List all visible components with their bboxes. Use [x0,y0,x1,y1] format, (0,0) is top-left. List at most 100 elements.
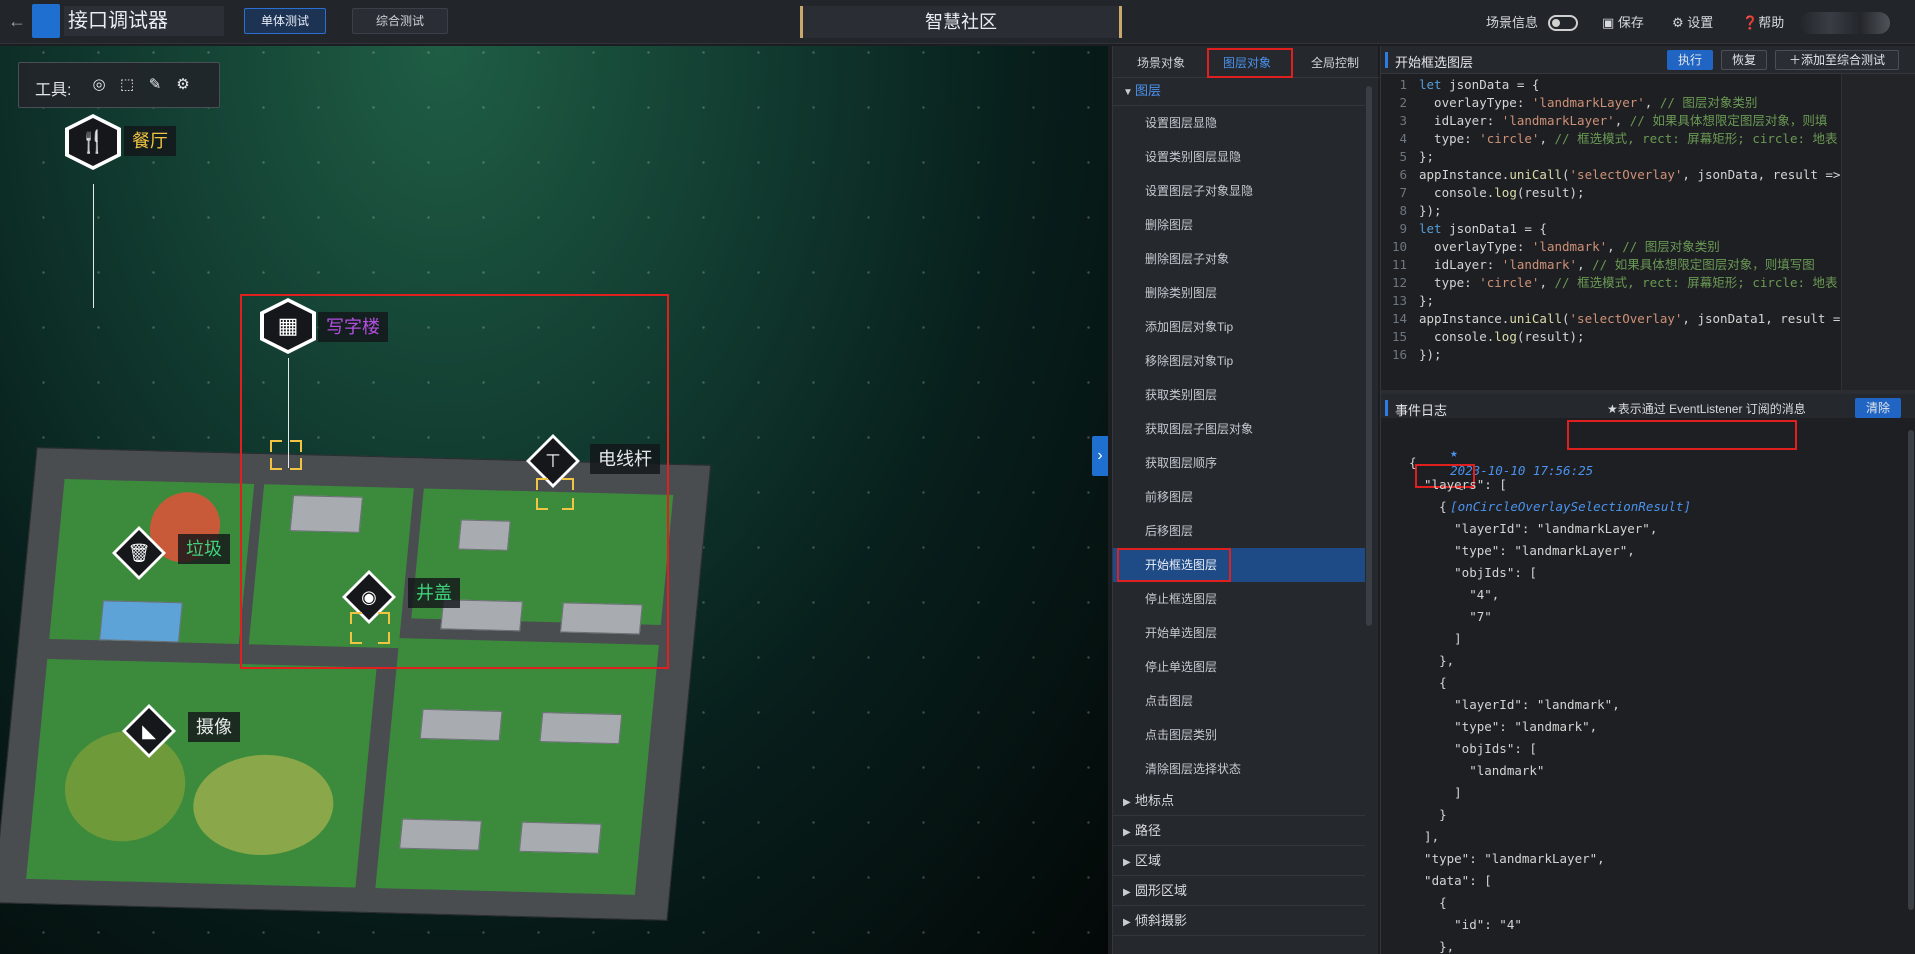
caret-right-icon: ▶ [1123,917,1131,928]
restore-button[interactable]: 恢复 [1721,50,1767,70]
tab-scene-objects[interactable]: 场景对象 [1137,54,1185,71]
menu-item[interactable]: 设置类别图层显隐 [1113,140,1365,174]
menu-item[interactable]: 删除类别图层 [1113,276,1365,310]
log-json-line: ], [1409,829,1440,844]
code-text: type: 'circle', // 框选模式, rect: 屏幕矩形; cir… [1419,131,1838,146]
code-minimap[interactable] [1841,74,1915,390]
residential-building [518,821,602,854]
group-landmark[interactable]: ▶ 地标点 [1113,786,1365,816]
log-json-line: "layers": [ [1409,477,1507,492]
run-button[interactable]: 执行 [1667,50,1713,70]
menu-item[interactable]: 前移图层 [1113,480,1365,514]
menu-item[interactable]: 后移图层 [1113,514,1365,548]
line-number: 16 [1391,347,1407,362]
collapse-panel-button[interactable]: › [1092,436,1108,476]
office-label: 写字楼 [318,312,388,342]
add-to-combined-button[interactable]: ＋添加至综合测试 [1775,50,1899,70]
menu-item[interactable]: 设置图层显隐 [1113,106,1365,140]
trash-label: 垃圾 [178,534,230,564]
group-area[interactable]: ▶ 区域 [1113,846,1365,876]
menu-item[interactable]: 获取类别图层 [1113,378,1365,412]
menu-item[interactable]: 获取图层子图层对象 [1113,412,1365,446]
log-scrollbar[interactable] [1908,430,1914,910]
menu-scrollbar[interactable] [1366,86,1372,626]
settings-button[interactable]: ⚙ 设置 [1672,12,1713,31]
caret-right-icon: ▶ [1123,827,1131,838]
log-json-line: }, [1409,653,1455,668]
line-number: 4 [1399,131,1407,146]
log-json-line: "4", [1409,587,1500,602]
menu-item[interactable]: 设置图层子对象显隐 [1113,174,1365,208]
combined-test-button[interactable]: 综合测试 [352,8,448,34]
single-test-button[interactable]: 单体测试 [244,8,326,34]
toolbar-label: 工具: [35,82,72,99]
group-label: 地标点 [1135,793,1175,808]
line-number: 5 [1399,149,1407,164]
menu-item[interactable]: 点击图层类别 [1113,718,1365,752]
code-text: overlayType: 'landmarkLayer', // 图层对象类别 [1419,95,1758,110]
arrow-left-icon[interactable]: ← [6,10,28,32]
log-json-line: }, [1409,939,1455,954]
menu-item[interactable]: 停止框选图层 [1113,582,1365,616]
camera-label: 摄像 [188,712,240,742]
line-number: 15 [1391,329,1407,344]
select-corner [562,498,574,510]
user-avatar[interactable] [1800,12,1890,34]
residential-building [419,708,503,741]
caret-right-icon: ▶ [1123,797,1131,808]
menu-item[interactable]: 点击图层 [1113,684,1365,718]
log-json-line: ] [1409,785,1462,800]
map-toolbar: 工具: ◎ ⬚ ✎ ⚙ [18,62,220,108]
help-label: 帮助 [1758,15,1785,30]
log-json-line: "landmark" [1409,763,1545,778]
star-icon: ★ [1450,445,1458,460]
help-icon: ❓ [1742,15,1759,30]
scene-title: 智慧社区 [800,6,1122,38]
log-json-line: "type": "landmark", [1409,719,1598,734]
group-layer[interactable]: ▼ 图层 [1113,76,1365,106]
select-corner [350,632,362,644]
log-json-line: { [1409,895,1447,910]
select-corner [290,440,302,452]
scene-info-toggle[interactable] [1548,15,1578,31]
code-text: }); [1419,203,1442,218]
settings-label: 设置 [1687,15,1714,30]
tab-global-control[interactable]: 全局控制 [1311,54,1359,71]
map-viewport[interactable]: 工具: ◎ ⬚ ✎ ⚙ 🍴 餐厅 ▦ 写字楼 ⊤ 电线杆 🗑 垃圾 ◉ 井盖 ◣… [0,46,1108,954]
code-text: }); [1419,347,1442,362]
menu-item[interactable]: 删除图层 [1113,208,1365,242]
group-circle-area[interactable]: ▶ 圆形区域 [1113,876,1365,906]
restaurant-label: 餐厅 [124,126,176,156]
code-editor[interactable]: 1 let jsonData = {2 overlayType: 'landmar… [1381,74,1915,390]
clear-button[interactable]: 清除 [1855,398,1901,418]
line-number: 9 [1399,221,1407,236]
event-log[interactable]: ★ 2023-10-10 17:56:25 - [onCircleOverlay… [1381,418,1915,954]
menu-item[interactable]: 停止单选图层 [1113,650,1365,684]
code-text: }; [1419,149,1435,164]
add-label: 添加至综合测试 [1801,53,1886,67]
pen-icon[interactable]: ✎ [145,75,165,95]
gears-icon[interactable]: ⚙ [173,75,193,95]
help-button[interactable]: ❓帮助 [1742,12,1784,31]
point-select-icon[interactable]: ◎ [89,75,109,95]
caret-right-icon: ▶ [1123,857,1131,868]
group-oblique-photo[interactable]: ▶ 倾斜摄影 [1113,906,1365,936]
log-json-line: "id": "4" [1409,917,1522,932]
box-select-icon[interactable]: ⬚ [117,75,137,95]
menu-item[interactable]: 开始单选图层 [1113,616,1365,650]
menu-item[interactable]: 删除图层子对象 [1113,242,1365,276]
save-button[interactable]: ▣ 保存 [1602,12,1644,31]
line-number: 13 [1391,293,1407,308]
menu-item[interactable]: 清除图层选择状态 [1113,752,1365,786]
select-corner [350,612,362,624]
menu-highlight-box [1117,548,1231,582]
log-json-line: { [1409,675,1447,690]
menu-item[interactable]: 获取图层顺序 [1113,446,1365,480]
event-highlight-box [1567,420,1797,450]
code-text: console.log(result); [1419,329,1585,344]
line-number: 8 [1399,203,1407,218]
menu-item[interactable]: 添加图层对象Tip [1113,310,1365,344]
group-path[interactable]: ▶ 路径 [1113,816,1365,846]
line-number: 14 [1391,311,1407,326]
menu-item[interactable]: 移除图层对象Tip [1113,344,1365,378]
